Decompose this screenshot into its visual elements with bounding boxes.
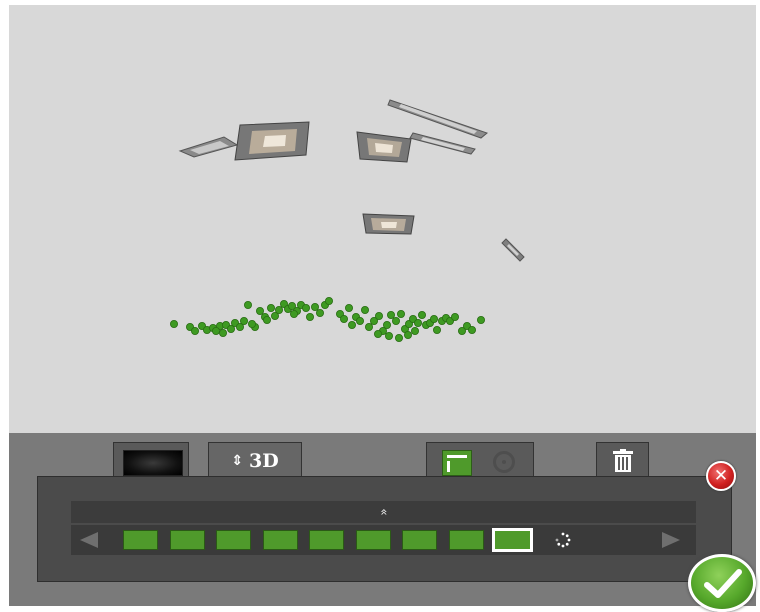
point-cloud-point xyxy=(305,312,314,321)
point-cloud-point xyxy=(384,331,393,340)
point-cloud-point xyxy=(413,318,422,327)
frame-thumbnail[interactable] xyxy=(309,530,344,550)
point-cloud-point xyxy=(355,316,364,325)
frame-thumbnail[interactable] xyxy=(216,530,251,550)
loading-icon xyxy=(555,532,571,548)
frame-strip: » xyxy=(37,476,732,582)
tab-3d-label: 3D xyxy=(249,450,279,472)
point-cloud-point xyxy=(344,303,353,312)
point-cloud-point xyxy=(301,303,310,312)
frame-thumbnail[interactable] xyxy=(355,530,391,550)
frame-thumbnail[interactable] xyxy=(448,530,484,550)
point-cloud-point xyxy=(190,326,199,335)
point-cloud xyxy=(169,296,485,342)
checkmark-icon xyxy=(704,569,742,598)
point-cloud-point xyxy=(347,320,356,329)
point-cloud-point xyxy=(386,310,395,319)
point-cloud-point xyxy=(169,319,178,328)
point-cloud-point xyxy=(262,315,271,324)
point-cloud-point xyxy=(218,328,227,337)
frame-thumbnail[interactable] xyxy=(402,530,437,550)
trash-icon xyxy=(612,449,633,472)
view-mode-group xyxy=(426,442,534,480)
point-cloud-point xyxy=(450,312,459,321)
point-cloud-point xyxy=(243,300,252,309)
camera-frustum[interactable] xyxy=(409,132,476,155)
arrow-left-icon[interactable] xyxy=(80,532,98,548)
point-cloud-point xyxy=(417,310,426,319)
camera-frustum[interactable] xyxy=(387,99,489,139)
point-cloud-point xyxy=(239,316,248,325)
orbit-icon[interactable] xyxy=(493,451,515,473)
delete-button[interactable] xyxy=(596,442,649,480)
photo-thumbnail-icon xyxy=(123,450,183,476)
view-panel-icon[interactable] xyxy=(442,450,472,476)
confirm-button[interactable] xyxy=(688,554,756,612)
expand-up-icon: » xyxy=(376,508,391,516)
frame-thumbnail[interactable] xyxy=(262,530,298,550)
camera-frustum[interactable] xyxy=(356,131,412,163)
expand-strip-button[interactable]: » xyxy=(71,501,696,523)
point-cloud-point xyxy=(247,319,256,328)
point-cloud-point xyxy=(274,305,283,314)
point-cloud-point xyxy=(289,309,298,318)
point-cloud-point xyxy=(266,303,275,312)
point-cloud-point xyxy=(324,296,333,305)
point-cloud-point xyxy=(310,302,319,311)
point-cloud-point xyxy=(315,308,324,317)
point-cloud-point xyxy=(394,333,403,342)
scene-canvas xyxy=(169,99,525,342)
point-cloud-point xyxy=(391,316,400,325)
camera-frustum[interactable] xyxy=(362,213,415,235)
point-cloud-point xyxy=(373,329,382,338)
point-cloud-point xyxy=(211,326,220,335)
bottom-panel: ⇕ 3D » ✕ xyxy=(9,433,756,606)
close-button[interactable]: ✕ xyxy=(706,461,736,491)
point-cloud-point xyxy=(374,311,383,320)
close-icon: ✕ xyxy=(713,466,729,486)
3d-viewport[interactable] xyxy=(9,5,756,433)
camera-frustum[interactable] xyxy=(234,121,310,161)
point-cloud-point xyxy=(396,309,405,318)
point-cloud-point xyxy=(382,320,391,329)
frame-thumbnail[interactable] xyxy=(123,530,158,550)
camera-frustum[interactable] xyxy=(178,136,239,158)
point-cloud-point xyxy=(339,314,348,323)
point-cloud-point xyxy=(410,326,419,335)
point-cloud-point xyxy=(364,322,373,331)
camera-frustum[interactable] xyxy=(501,238,525,262)
point-cloud-point xyxy=(429,314,438,323)
point-cloud-point xyxy=(432,325,441,334)
tab-3d[interactable]: ⇕ 3D xyxy=(208,442,302,480)
arrow-right-icon[interactable] xyxy=(662,532,680,548)
point-cloud-point xyxy=(255,306,264,315)
frame-thumbnail[interactable] xyxy=(169,530,205,550)
point-cloud-point xyxy=(360,305,369,314)
point-cloud-point xyxy=(403,330,412,339)
up-down-arrows-icon: ⇕ xyxy=(231,453,244,469)
frame-thumbnail-selected[interactable] xyxy=(492,528,533,552)
frame-row xyxy=(71,525,696,555)
point-cloud-point xyxy=(476,315,485,324)
point-cloud-point xyxy=(467,325,476,334)
tab-photo[interactable] xyxy=(113,442,189,480)
